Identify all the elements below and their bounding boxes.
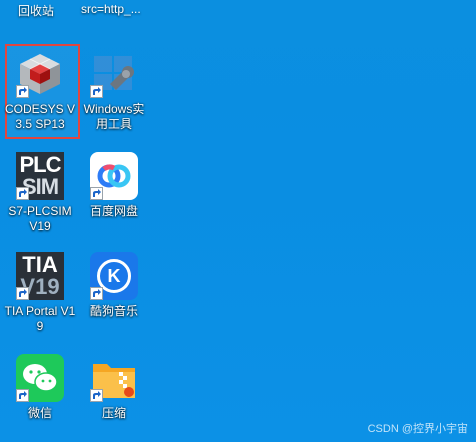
- wechat-icon: [16, 354, 64, 402]
- recycle-bin-label[interactable]: 回收站: [18, 2, 54, 19]
- compress-label: 压缩: [101, 406, 126, 420]
- shortcut-arrow-icon: [90, 85, 103, 98]
- windows-tools-icon: [90, 50, 138, 98]
- plcsim-logo-line1: PLC: [19, 152, 62, 177]
- watermark: CSDN @控界小宇宙: [367, 423, 468, 435]
- desktop-icon-windows-tools[interactable]: Windows实用工具: [78, 44, 150, 132]
- plcsim-label: S7-PLCSIM V19: [8, 204, 72, 233]
- desktop: 回收站 src=http_... CODESYS V3.5 SP13 Windo…: [0, 0, 476, 442]
- shortcut-arrow-icon: [16, 287, 29, 300]
- codesys-label: CODESYS V3.5 SP13: [4, 102, 76, 131]
- wechat-label: 微信: [27, 406, 52, 420]
- desktop-icon-kugou[interactable]: K 酷狗音乐: [78, 246, 150, 319]
- baidu-netdisk-icon: [90, 152, 138, 200]
- desktop-icon-baidu-netdisk[interactable]: 百度网盘: [78, 146, 150, 219]
- shortcut-arrow-icon: [16, 389, 29, 402]
- plcsim-icon: PLC SIM: [16, 152, 64, 200]
- kugou-icon: K: [90, 252, 138, 300]
- shortcut-arrow-icon: [90, 389, 103, 402]
- codesys-icon: [16, 50, 64, 98]
- compress-icon: [90, 354, 138, 402]
- shortcut-arrow-icon: [90, 187, 103, 200]
- desktop-icon-plcsim[interactable]: PLC SIM S7-PLCSIM V19: [4, 146, 76, 234]
- windows-tools-label: Windows实用工具: [83, 102, 145, 131]
- kugou-label: 酷狗音乐: [89, 304, 138, 318]
- kugou-letter: K: [107, 265, 121, 286]
- shortcut-arrow-icon: [16, 187, 29, 200]
- desktop-icon-wechat[interactable]: 微信: [4, 348, 76, 421]
- tia-portal-label: TIA Portal V19: [4, 304, 76, 333]
- tia-logo-line1: TIA: [22, 252, 58, 277]
- tia-portal-icon: TIA V19: [16, 252, 64, 300]
- shortcut-arrow-icon: [16, 85, 29, 98]
- baidu-netdisk-label: 百度网盘: [89, 204, 138, 218]
- desktop-icon-codesys[interactable]: CODESYS V3.5 SP13: [4, 44, 76, 132]
- shortcut-arrow-icon: [90, 287, 103, 300]
- src-file-label[interactable]: src=http_...: [81, 2, 141, 16]
- desktop-icon-compress[interactable]: 压缩: [78, 348, 150, 421]
- desktop-icon-tia-portal[interactable]: TIA V19 TIA Portal V19: [4, 246, 76, 334]
